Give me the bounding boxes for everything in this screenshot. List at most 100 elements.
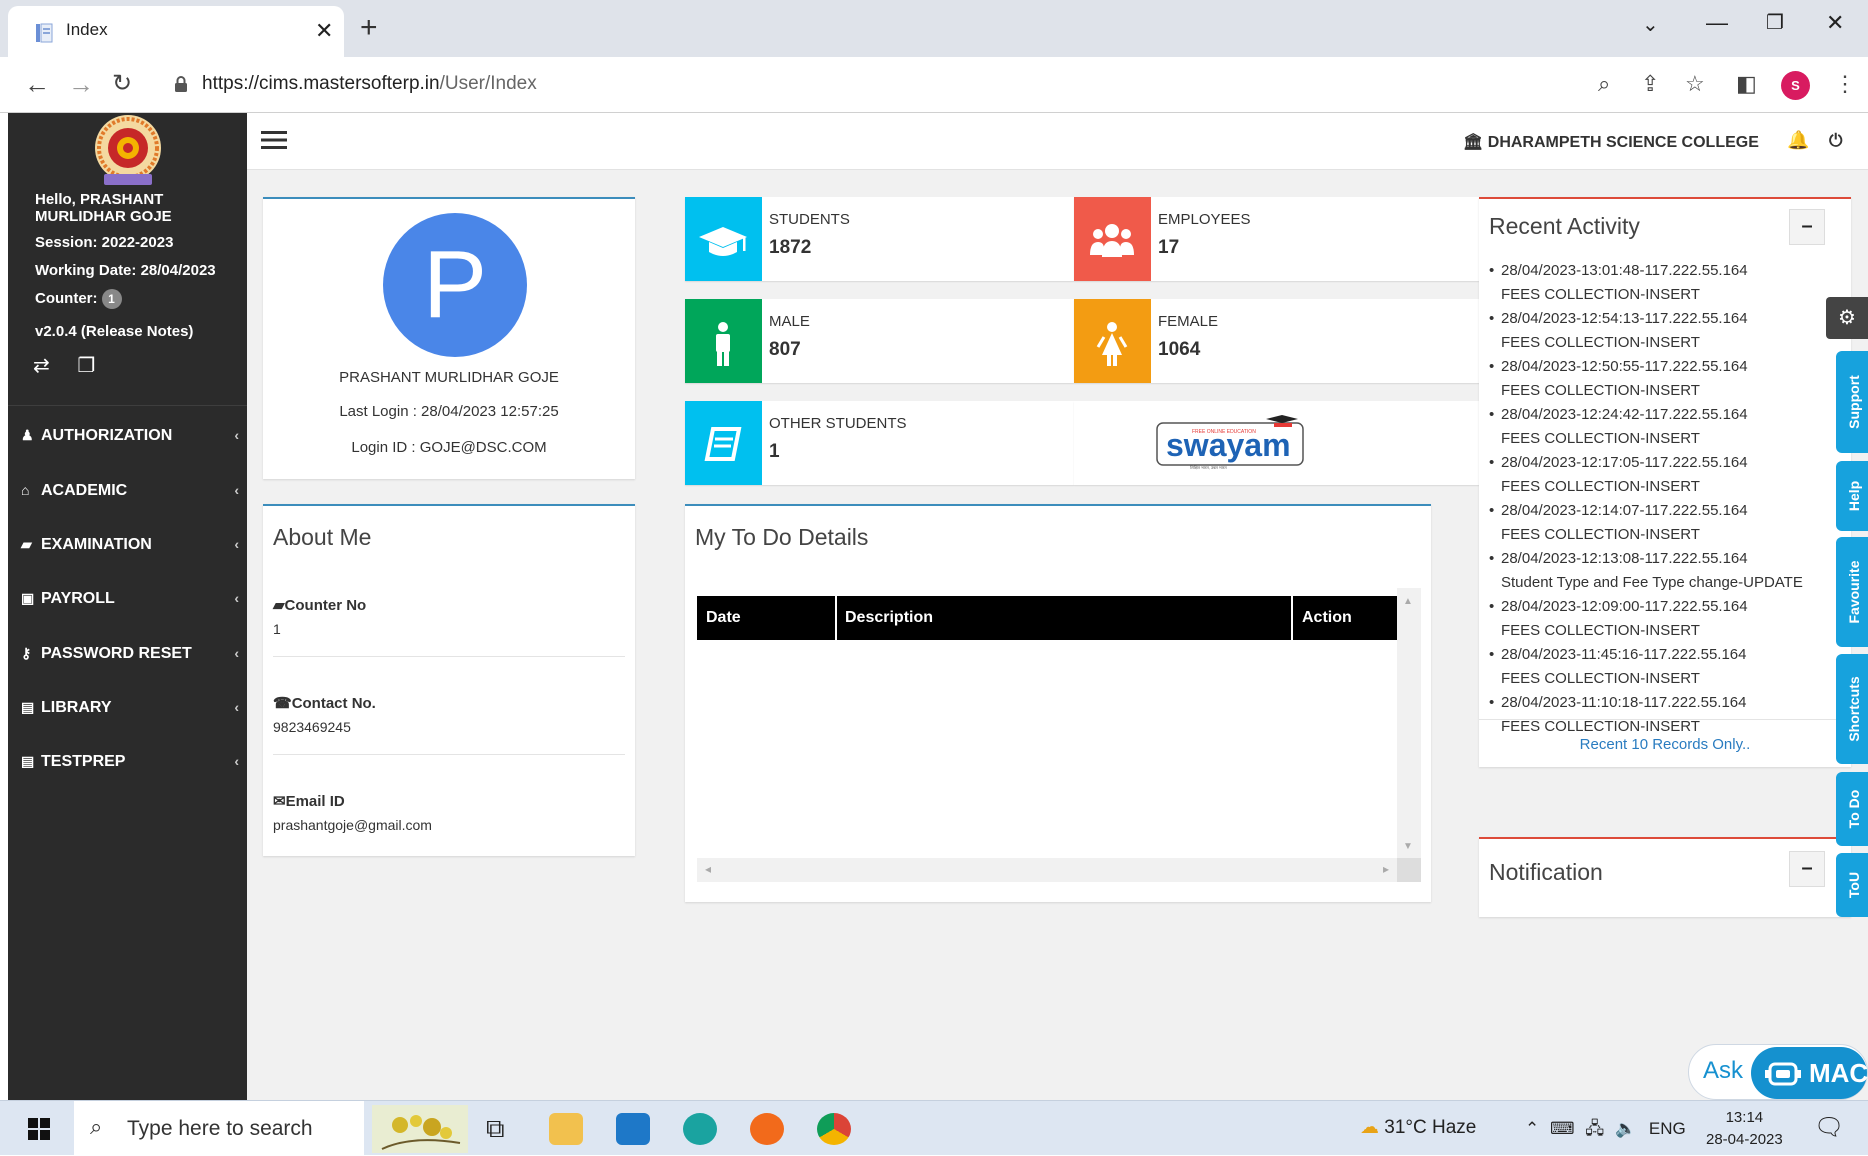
more-menu-icon[interactable]: ⋮ (1834, 71, 1856, 97)
tab-tou[interactable]: ToU (1836, 853, 1868, 917)
stat-label: MALE (769, 313, 810, 330)
contact-value: 9823469245 (273, 719, 351, 735)
chrome-icon[interactable] (817, 1113, 851, 1145)
windows-start-icon[interactable] (28, 1118, 50, 1140)
bell-icon[interactable]: 🔔 (1787, 130, 1809, 151)
notifications-icon[interactable]: 🗨 (1814, 1113, 1844, 1142)
network-icon[interactable]: 🖧 (1585, 1119, 1604, 1138)
recent-records-link[interactable]: Recent 10 Records Only.. (1479, 719, 1851, 769)
close-tab-icon[interactable]: ✕ (315, 18, 333, 44)
activity-item: • 28/04/2023-12:13:08-117.222.55.164 Stude… (1489, 550, 1803, 591)
chevron-left-icon: ‹ (234, 753, 239, 769)
tab-help[interactable]: Help (1836, 461, 1868, 531)
zoom-icon[interactable]: ⌕ (1598, 71, 1610, 97)
menu-password-reset[interactable]: ⚷ PASSWORD RESET ‹ (8, 626, 247, 680)
taskbar-search-box[interactable]: ⌕ Type here to search (74, 1101, 364, 1156)
menu-examination[interactable]: ▰ EXAMINATION ‹ (8, 517, 247, 571)
book-icon: ▰ (21, 536, 32, 552)
close-window-icon[interactable]: ✕ (1826, 10, 1844, 36)
svg-text:swayam: swayam (1166, 427, 1291, 463)
envelope-icon: ✉ (273, 793, 286, 810)
counter-badge: 1 (101, 289, 122, 309)
tab-shortcuts[interactable]: Shortcuts (1836, 654, 1868, 764)
gear-icon[interactable]: ⚙ (1826, 297, 1868, 339)
horizontal-scrollbar[interactable]: ◂ ▸ (697, 858, 1421, 882)
activity-item: • 28/04/2023-11:45:16-117.222.55.164 FEES … (1489, 646, 1747, 687)
url-field[interactable]: https://cims.mastersofterp.in/User/Index (166, 67, 1566, 103)
top-navbar: 🏛 DHARAMPETH SCIENCE COLLEGE 🔔 ⏻ (247, 113, 1868, 170)
firefox-icon[interactable] (750, 1113, 784, 1145)
menu-authorization[interactable]: ♟ AUTHORIZATION ‹ (8, 408, 247, 462)
menu-label: TESTPREP (41, 753, 126, 770)
menu-label: ACADEMIC (41, 482, 128, 499)
new-tab-icon[interactable]: + (360, 11, 378, 45)
copy-icon[interactable]: ❐ (77, 355, 95, 377)
restore-icon[interactable]: ❐ (1766, 10, 1784, 35)
college-logo-icon (95, 115, 161, 185)
chevron-left-icon: ‹ (234, 536, 239, 552)
task-view-icon[interactable]: ⧉ (486, 1113, 505, 1145)
stat-female[interactable]: FEMALE 1064 (1074, 299, 1479, 383)
swayam-banner[interactable]: FREE ONLINE EDUCATION swayam शिक्षित भार… (1074, 401, 1479, 485)
side-panel-icon[interactable]: ◧ (1736, 71, 1757, 97)
edge-icon[interactable] (683, 1113, 717, 1145)
tab-favourite[interactable]: Favourite (1836, 537, 1868, 647)
search-highlight-image[interactable] (372, 1105, 468, 1153)
column-action: Action (1302, 609, 1352, 626)
todo-title: My To Do Details (695, 524, 869, 550)
activity-item: • 28/04/2023-12:24:42-117.222.55.164 FEES … (1489, 406, 1748, 447)
stat-students[interactable]: STUDENTS 1872 (685, 197, 1074, 281)
column-date: Date (706, 609, 741, 626)
hamburger-menu-icon[interactable] (261, 129, 287, 151)
vertical-scrollbar[interactable]: ▲ ▼ (1397, 588, 1421, 858)
stat-male[interactable]: MALE 807 (685, 299, 1074, 383)
volume-icon[interactable]: 🔈 (1615, 1119, 1636, 1138)
bookmark-star-icon[interactable]: ☆ (1685, 71, 1705, 97)
collapse-button[interactable]: – (1789, 209, 1825, 245)
ask-mac-widget[interactable]: Ask MAC (1688, 1044, 1868, 1100)
users-icon: ♟ (21, 427, 34, 443)
language-indicator[interactable]: ENG (1649, 1119, 1686, 1138)
reload-icon[interactable]: ↻ (112, 69, 132, 98)
browser-tab-bar: Index ✕ + ⌄ — ❐ ✕ (0, 0, 1868, 57)
tab-search-icon[interactable]: ⌄ (1642, 12, 1659, 37)
menu-label: EXAMINATION (41, 536, 152, 553)
browser-tab[interactable]: Index ✕ (8, 6, 344, 57)
release-notes-link[interactable]: v2.0.4 (Release Notes) (35, 323, 193, 340)
file-explorer-icon[interactable] (549, 1113, 583, 1145)
refresh-icon[interactable]: ⇄ (33, 355, 50, 377)
menu-payroll[interactable]: ▣ PAYROLL ‹ (8, 571, 247, 625)
mail-icon[interactable] (616, 1113, 650, 1145)
divider (273, 656, 625, 657)
greeting: Hello, PRASHANT MURLIDHAR GOJE (35, 191, 172, 225)
profile-avatar[interactable]: S (1781, 71, 1810, 100)
menu-academic[interactable]: ⌂ ACADEMIC ‹ (8, 463, 247, 517)
chevron-up-icon[interactable]: ⌃ (1525, 1119, 1539, 1138)
divider (273, 754, 625, 755)
profile-card: P PRASHANT MURLIDHAR GOJE Last Login : 2… (263, 197, 635, 479)
search-placeholder: Type here to search (127, 1117, 313, 1140)
tab-todo[interactable]: To Do (1836, 772, 1868, 846)
library-icon: ▤ (21, 699, 35, 715)
clock-date: 28-04-2023 (1706, 1131, 1783, 1148)
key-icon: ⚷ (21, 645, 32, 661)
usb-icon[interactable]: ⌨ (1550, 1119, 1575, 1138)
email-label: Email ID (285, 793, 345, 810)
forward-icon[interactable]: → (68, 69, 94, 100)
menu-testprep[interactable]: ▤ TESTPREP ‹ (8, 734, 247, 788)
minimize-icon[interactable]: — (1706, 10, 1728, 36)
mac-brand: MAC (1809, 1058, 1868, 1088)
tab-support[interactable]: Support (1836, 351, 1868, 453)
about-me-card: About Me ▰Counter No 1 ☎Contact No. 9823… (263, 504, 635, 856)
back-icon[interactable]: ← (24, 69, 50, 100)
power-icon[interactable]: ⏻ (1829, 131, 1842, 151)
collapse-button[interactable]: – (1789, 851, 1825, 887)
menu-label: PASSWORD RESET (41, 645, 192, 662)
stat-employees[interactable]: EMPLOYEES 17 (1074, 197, 1479, 281)
share-icon[interactable]: ⇪ (1641, 71, 1659, 97)
stat-other-students[interactable]: OTHER STUDENTS 1 (685, 401, 1074, 485)
menu-library[interactable]: ▤ LIBRARY ‹ (8, 680, 247, 734)
stat-value: 1064 (1158, 339, 1201, 360)
chevron-left-icon: ‹ (234, 645, 239, 661)
chevron-left-icon: ‹ (234, 699, 239, 715)
